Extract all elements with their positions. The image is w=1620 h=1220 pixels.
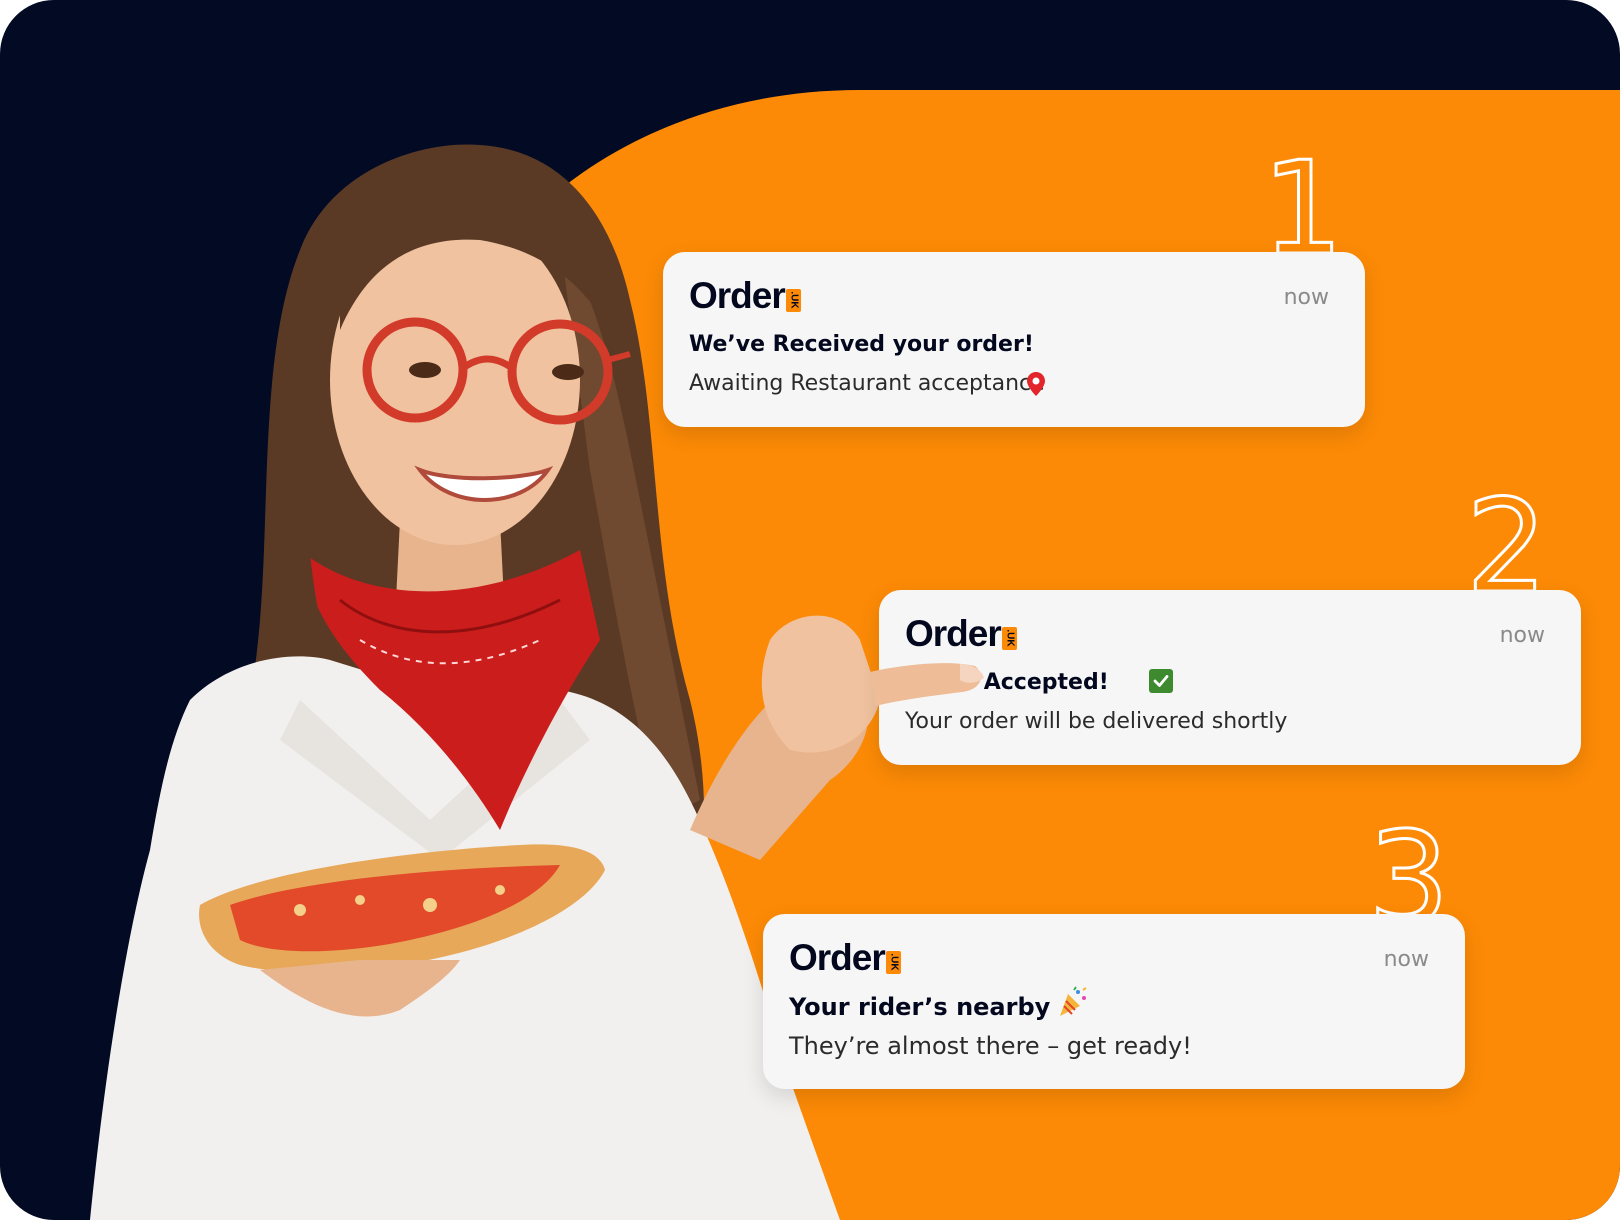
notification-message: They’re almost there – get ready! (789, 1032, 1192, 1060)
brand-tag: .UK (885, 951, 901, 974)
brand-wordmark: Order (789, 937, 886, 978)
hero-banner: 1 2 3 Order .UK now We’ve Received your o… (0, 0, 1620, 1220)
brand-logo: Order .UK (789, 937, 901, 978)
party-popper-icon (1060, 986, 1087, 1016)
notification-card[interactable]: Order .UK now Your rider’s nearby They’re… (763, 914, 1465, 1089)
notification-time: now (1383, 947, 1429, 972)
notification-title: Your rider’s nearby (789, 986, 1088, 1024)
